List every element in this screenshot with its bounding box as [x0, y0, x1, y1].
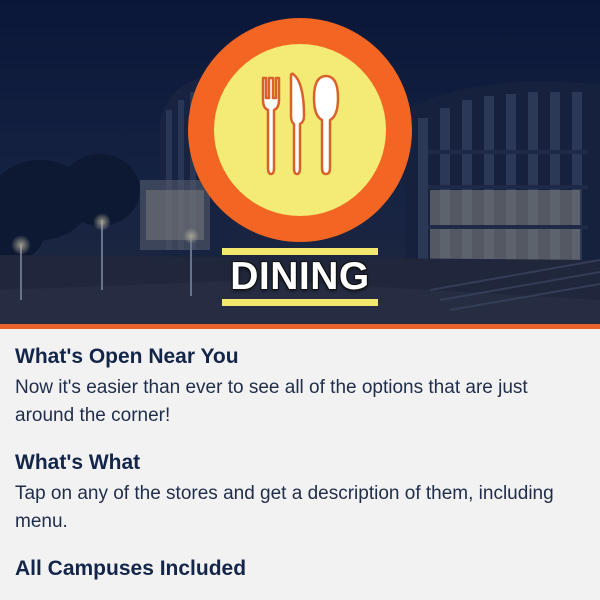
feature-heading: What's Open Near You — [15, 345, 239, 368]
feature-description: Now it's easier than ever to see all of … — [15, 377, 528, 426]
title-bar-bottom — [222, 299, 378, 306]
dining-logo — [188, 18, 412, 242]
feature-item: What's What Tap on any of the stores and… — [15, 450, 585, 536]
hero-title-block: DINING — [222, 248, 378, 308]
feature-item: All Campuses Included — [15, 556, 585, 582]
hero-title: DINING — [230, 255, 370, 298]
feature-item: What's Open Near You Now it's easier tha… — [15, 344, 585, 430]
feature-heading: What's What — [15, 451, 141, 474]
hero-banner: DINING — [0, 0, 600, 324]
features-list: What's Open Near You Now it's easier tha… — [0, 329, 600, 582]
feature-description: Tap on any of the stores and get a descr… — [15, 483, 554, 532]
fork-knife-spoon-icon — [188, 18, 412, 242]
feature-heading: All Campuses Included — [15, 557, 247, 580]
